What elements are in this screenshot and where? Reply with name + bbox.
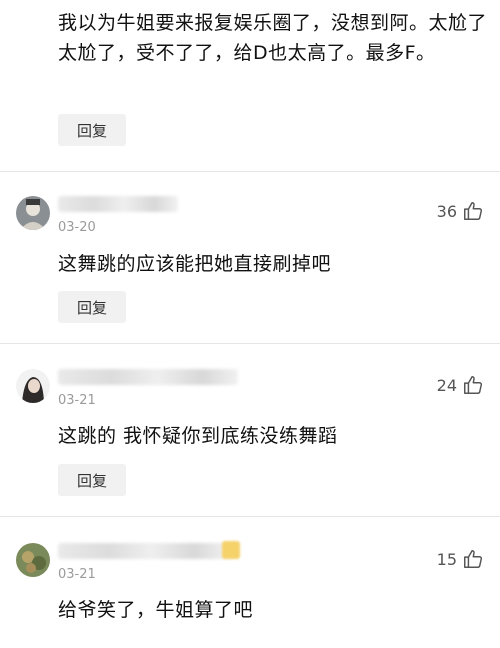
username-blurred[interactable] [58,196,178,212]
username-blurred[interactable] [58,369,238,385]
reply-button[interactable]: 回复 [58,114,126,146]
comment-text: 这跳的 我怀疑你到底练没练舞蹈 [58,425,338,447]
like-button[interactable]: 36 [420,197,484,225]
divider [0,171,500,172]
like-button[interactable]: 15 [420,545,484,573]
thumbs-up-icon [462,374,484,396]
comment-text: 给爷笑了，牛姐算了吧 [58,599,254,621]
reply-button[interactable]: 回复 [58,464,126,496]
avatar[interactable] [16,543,50,577]
like-count: 24 [436,375,457,395]
reply-button[interactable]: 回复 [58,291,126,323]
like-count: 36 [436,201,457,221]
user-badge [222,541,240,559]
comment-date: 03-20 [58,220,96,235]
comment-text: 这舞跳的应该能把她直接刷掉吧 [58,253,332,275]
thumbs-up-icon [462,548,484,570]
like-count: 15 [436,549,457,569]
comment-date: 03-21 [58,567,96,582]
comment-text: 我以为牛姐要来报复娱乐圈了，没想到阿。太尬了太尬了，受不了了，给D也太高了。最多… [58,12,488,64]
thumbs-up-icon [462,200,484,222]
like-button[interactable]: 24 [420,371,484,399]
comment-date: 03-21 [58,393,96,408]
divider [0,516,500,517]
avatar[interactable] [16,369,50,403]
divider [0,343,500,344]
username-blurred[interactable] [58,543,228,559]
avatar[interactable] [16,196,50,230]
